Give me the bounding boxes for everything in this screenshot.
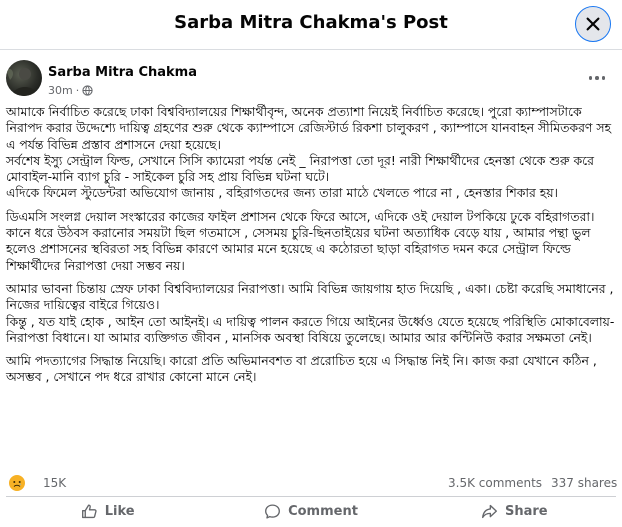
close-icon (586, 17, 600, 31)
post-paragraph: আমি পদত্যাগের সিদ্ধান্ত নিয়েছি। কারো প্… (6, 353, 597, 385)
close-button[interactable] (575, 6, 611, 42)
post-body: আমাকে নির্বাচিত করেছে ঢাকা বিশ্ববিদ্যালয… (6, 104, 616, 386)
like-button[interactable]: Like (6, 497, 209, 526)
post-time[interactable]: 30m (48, 84, 73, 97)
more-icon-dot (595, 76, 599, 80)
post-paragraph: আমার ভাবনা চিন্তায় স্রেফ ঢাকা বিশ্ববিদ্… (6, 280, 615, 345)
author-name[interactable]: Sarba Mitra Chakma (48, 65, 197, 80)
more-icon-dot (588, 76, 593, 80)
share-icon (482, 504, 497, 519)
reactions-bar: 15K 3.5K comments 337 shares (0, 472, 622, 496)
post-header: Sarba Mitra Chakma 30m · (0, 52, 622, 102)
comment-label: Comment (288, 504, 358, 519)
reaction-count[interactable]: 15K (43, 476, 66, 490)
avatar[interactable] (6, 60, 42, 96)
post-paragraph: আমাকে নির্বাচিত করেছে ঢাকা বিশ্ববিদ্যালয… (6, 104, 612, 201)
comment-button[interactable]: Comment (209, 497, 412, 526)
post-actions: Like Comment Share (6, 496, 616, 526)
globe-icon (82, 85, 93, 96)
share-label: Share (505, 504, 548, 519)
comment-icon (265, 504, 281, 519)
thumbs-up-icon (81, 504, 97, 519)
like-label: Like (104, 504, 135, 519)
more-icon-dot (601, 76, 606, 80)
sad-reaction-icon[interactable] (8, 474, 26, 492)
shares-count[interactable]: 337 shares (551, 476, 617, 490)
comments-count[interactable]: 3.5K comments (448, 476, 542, 490)
dialog-title: Sarba Mitra Chakma's Post (174, 12, 448, 33)
avatar-image (6, 68, 38, 96)
share-button[interactable]: Share (413, 497, 616, 526)
sad-face-icon (9, 475, 25, 491)
post-dialog-header: Sarba Mitra Chakma's Post (0, 0, 622, 50)
post-meta: 30m · (48, 84, 93, 97)
meta-separator: · (75, 84, 80, 97)
more-options-button[interactable] (582, 66, 612, 90)
post-paragraph: ডিএমসি সংলগ্ন দেয়াল সংস্কারের কাজের ফাই… (6, 208, 595, 273)
